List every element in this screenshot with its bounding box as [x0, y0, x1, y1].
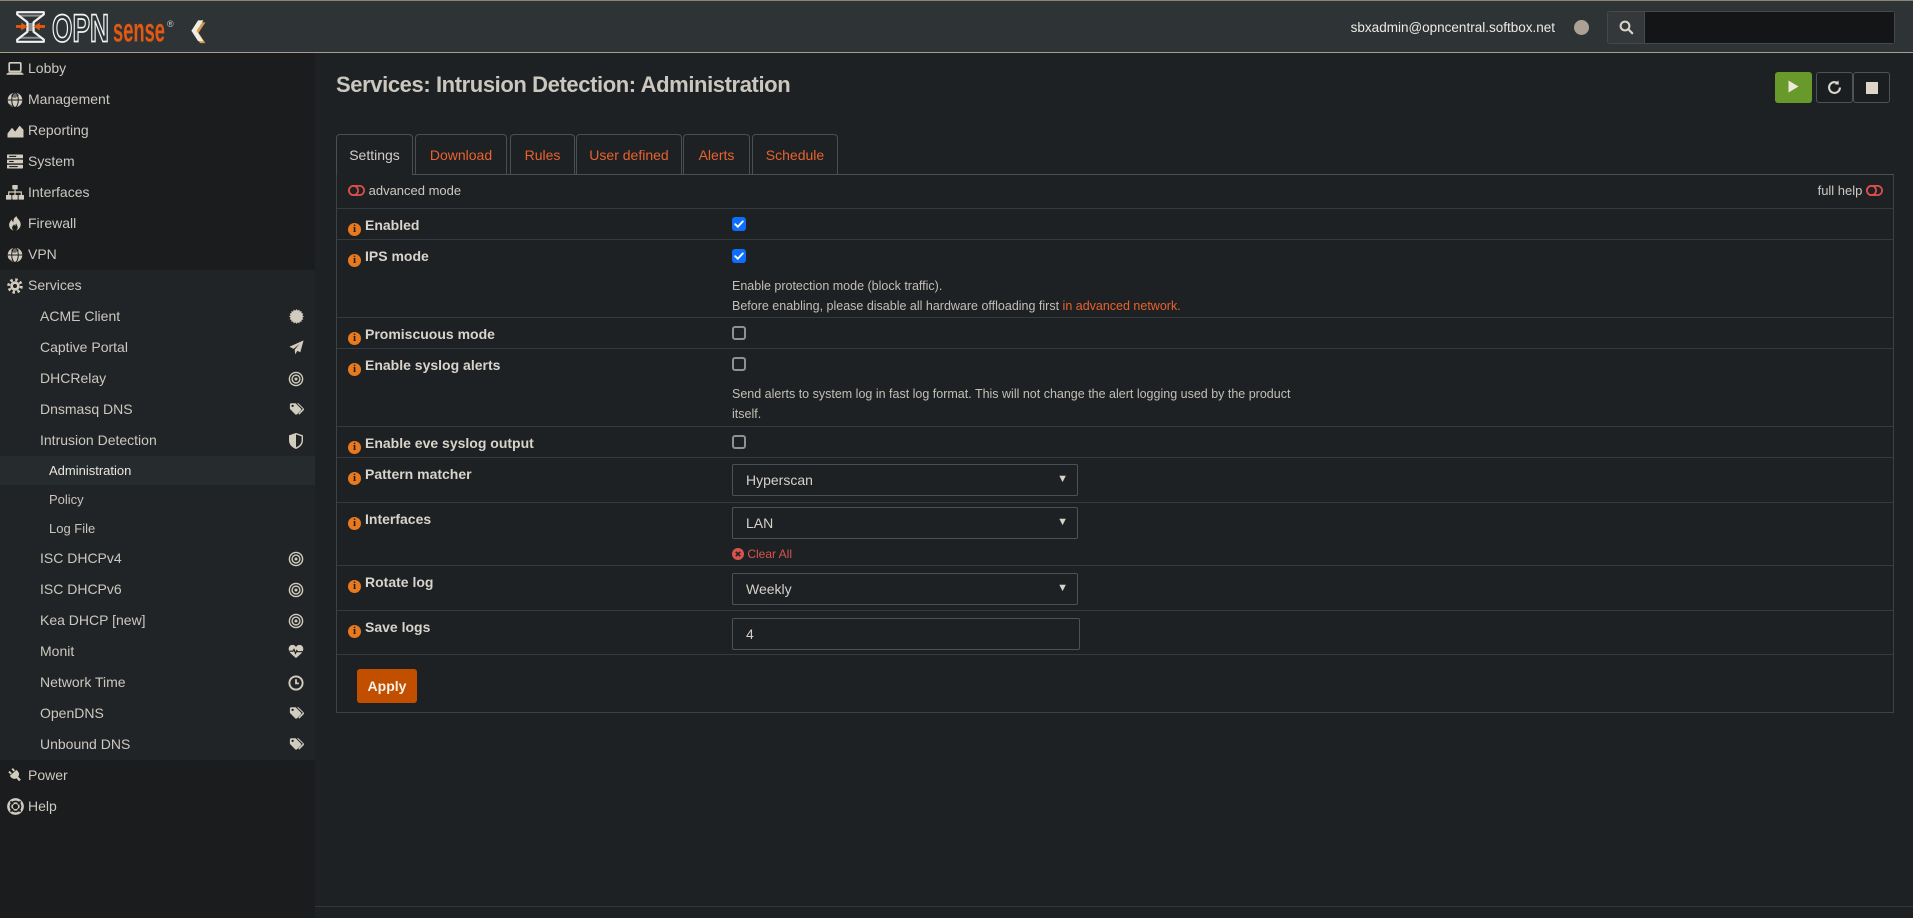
svg-text:OPN: OPN — [52, 8, 109, 50]
svg-text:®: ® — [167, 19, 174, 29]
svg-text:sense: sense — [113, 12, 165, 49]
